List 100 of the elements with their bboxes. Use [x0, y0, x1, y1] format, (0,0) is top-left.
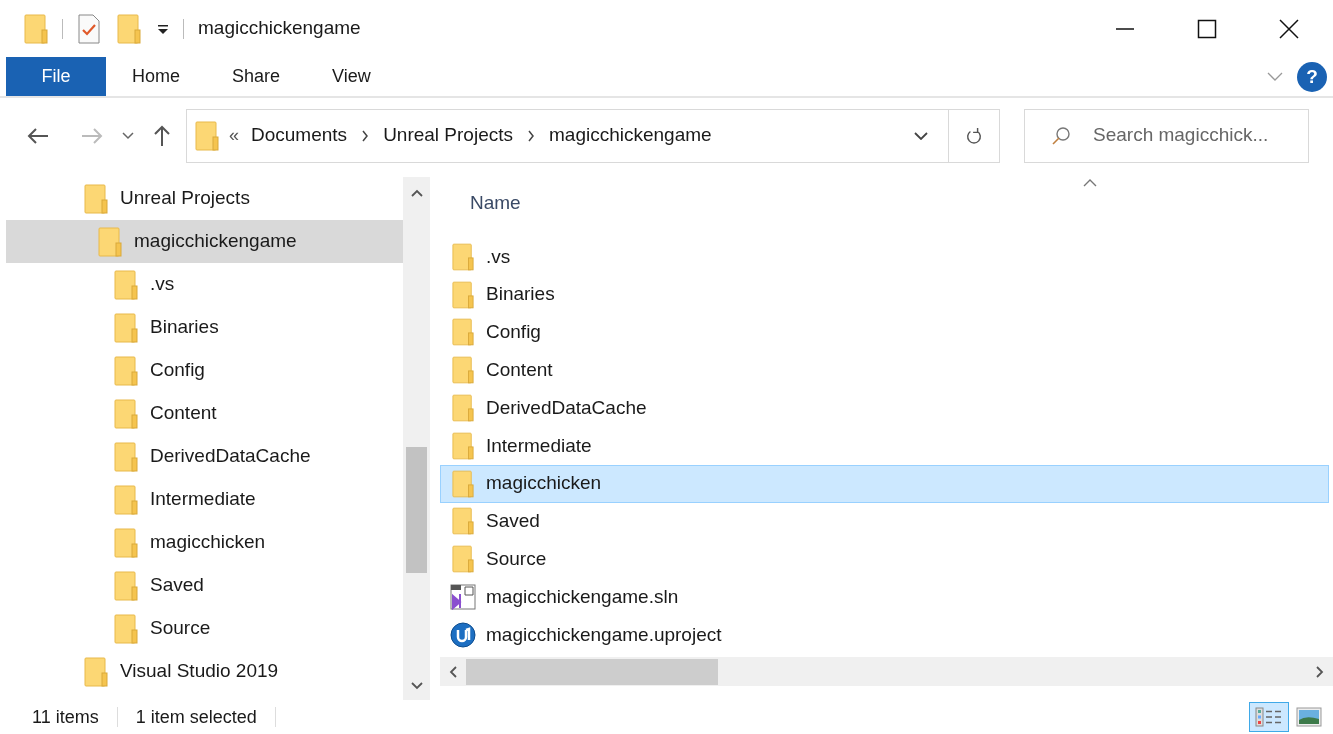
tree-item[interactable]: Unreal Projects	[6, 177, 403, 220]
breadcrumb-chevron-icon	[527, 129, 535, 142]
tree-item-label: magicchicken	[150, 530, 266, 555]
tree-item-label: magicchickengame	[134, 229, 297, 254]
tree-item[interactable]: magicchickengame	[6, 220, 403, 263]
recent-locations-icon[interactable]	[122, 131, 134, 140]
window-title: magicchickengame	[198, 16, 361, 41]
file-row[interactable]: Config	[440, 313, 1329, 352]
tree-item-label: .vs	[150, 272, 175, 297]
customize-toolbar-icon[interactable]	[157, 22, 169, 35]
file-row[interactable]: Intermediate	[440, 427, 1329, 465]
file-name: Saved	[486, 509, 540, 534]
ribbon-tab[interactable]: Home	[106, 57, 206, 96]
up-icon[interactable]	[152, 123, 172, 148]
folder-icon	[24, 13, 48, 44]
tree-item-label: Visual Studio 2019	[120, 659, 279, 684]
tree-item-label: Unreal Projects	[120, 186, 250, 211]
breadcrumb[interactable]: magicchickengame	[549, 121, 712, 150]
refresh-icon[interactable]	[965, 125, 983, 146]
scroll-thumb[interactable]	[466, 658, 718, 685]
item-count: 11 items	[32, 705, 99, 729]
expand-ribbon-icon[interactable]	[1267, 71, 1283, 82]
breadcrumb[interactable]: Documents	[251, 121, 348, 150]
tree-item[interactable]: Config	[6, 349, 403, 392]
folder-icon	[452, 469, 474, 498]
folder-icon	[114, 312, 138, 343]
file-row[interactable]: Saved	[440, 502, 1329, 541]
folder-icon	[452, 318, 474, 347]
tree-item[interactable]: Visual Studio 2019	[6, 650, 403, 693]
folder-icon	[114, 527, 138, 558]
tree-item[interactable]: Content	[6, 392, 403, 435]
overflow-indicator[interactable]: «	[229, 122, 239, 149]
sort-ascending-icon	[1083, 179, 1097, 187]
folder-icon	[452, 356, 474, 385]
search-icon	[1051, 125, 1071, 146]
tree-item-label: Source	[150, 616, 211, 641]
tree-item[interactable]: Source	[6, 607, 403, 650]
tree-item[interactable]: Saved	[6, 564, 403, 607]
back-icon[interactable]	[26, 125, 50, 146]
scroll-up-icon[interactable]	[410, 189, 423, 197]
file-row[interactable]: Content	[440, 351, 1329, 390]
folder-icon	[452, 431, 474, 460]
folder-icon	[117, 13, 141, 44]
close-icon[interactable]	[1279, 18, 1299, 39]
file-row[interactable]: DerivedDataCache	[440, 389, 1329, 427]
folder-icon	[195, 120, 219, 151]
details-view-icon	[1255, 707, 1283, 727]
file-row[interactable]: magicchickengame.uproject	[440, 615, 1329, 654]
file-name: Intermediate	[486, 433, 592, 458]
tree-item-label: Binaries	[150, 315, 219, 340]
tree-item[interactable]: Intermediate	[6, 478, 403, 521]
tree-item[interactable]: DerivedDataCache	[6, 435, 403, 478]
file-row[interactable]: magicchicken	[440, 464, 1329, 503]
file-row[interactable]: Source	[440, 540, 1329, 579]
file-tab[interactable]: File	[6, 57, 106, 96]
folder-icon	[84, 656, 108, 687]
folder-icon	[114, 355, 138, 386]
folder-icon	[84, 183, 108, 214]
scrollbar[interactable]	[403, 177, 430, 700]
dropdown-icon[interactable]	[914, 131, 928, 140]
horizontal-scrollbar[interactable]	[440, 657, 1333, 686]
search-box[interactable]: Search magicchick...	[1024, 108, 1309, 163]
file-row[interactable]: Binaries	[440, 275, 1329, 314]
scroll-down-icon[interactable]	[410, 682, 423, 690]
file-name: .vs	[486, 244, 511, 269]
tree-item[interactable]: magicchicken	[6, 521, 403, 564]
scroll-left-icon[interactable]	[449, 665, 457, 678]
folder-icon	[114, 484, 138, 515]
folder-icon	[114, 613, 138, 644]
folder-icon	[114, 269, 138, 300]
file-name: magicchicken	[486, 471, 602, 496]
address-bar[interactable]: « Documents Unreal Projects magicchickengame	[186, 108, 1000, 163]
file-name: Content	[486, 358, 553, 383]
folder-icon	[114, 570, 138, 601]
details-view-button[interactable]	[1249, 702, 1289, 732]
folder-icon	[452, 545, 474, 574]
file-name: Config	[486, 320, 541, 345]
tree-item-label: DerivedDataCache	[150, 444, 311, 469]
folder-icon	[114, 441, 138, 472]
ribbon-tab[interactable]: View	[306, 57, 397, 96]
ribbon-tab[interactable]: Share	[206, 57, 307, 96]
selection-count: 1 item selected	[135, 705, 257, 729]
solution-file-icon	[450, 584, 476, 611]
help-button[interactable]: ?	[1297, 61, 1327, 92]
scroll-thumb[interactable]	[406, 447, 427, 573]
tree-item[interactable]: .vs	[6, 263, 403, 306]
search-input[interactable]: Search magicchick...	[1093, 121, 1293, 150]
file-name: magicchickengame.sln	[486, 584, 679, 609]
column-header[interactable]: Name	[470, 188, 521, 218]
unreal-project-icon	[450, 621, 476, 648]
large-icons-view-icon	[1296, 707, 1322, 727]
properties-icon[interactable]	[77, 13, 101, 44]
scroll-right-icon[interactable]	[1316, 665, 1324, 678]
breadcrumb[interactable]: Unreal Projects	[383, 121, 513, 150]
file-row[interactable]: .vs	[440, 238, 1329, 276]
folder-icon	[452, 507, 474, 536]
file-row[interactable]: magicchickengame.sln	[440, 578, 1329, 616]
folder-icon	[452, 280, 474, 309]
tree-item[interactable]: Binaries	[6, 306, 403, 349]
maximize-icon[interactable]	[1197, 18, 1217, 39]
